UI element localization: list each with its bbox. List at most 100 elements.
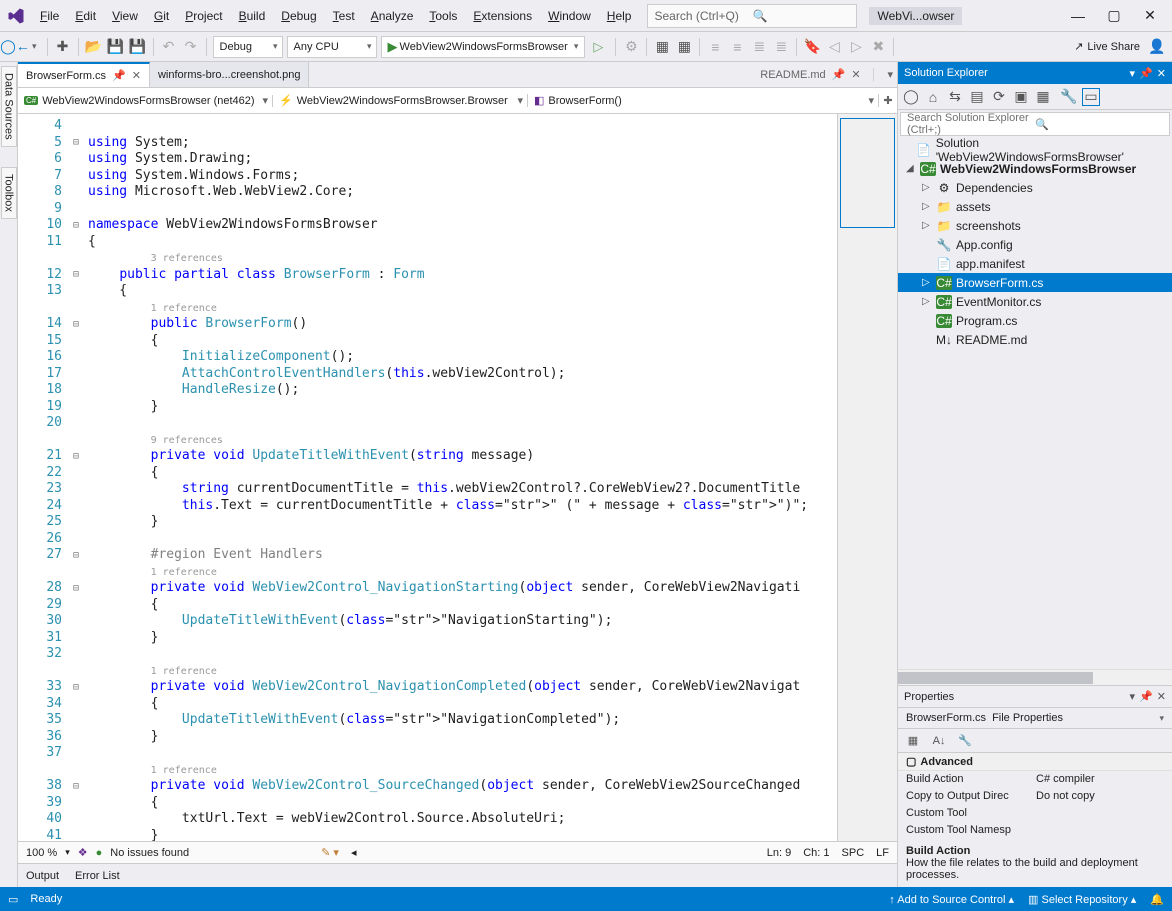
home-icon[interactable]: ⌂ [924, 88, 942, 106]
live-share-button[interactable]: ↗Live Share [1070, 36, 1144, 58]
back-dropdown[interactable]: ▾ [28, 36, 41, 58]
line-indicator[interactable]: Ln: 9 [767, 847, 791, 859]
menu-extensions[interactable]: Extensions [465, 5, 540, 27]
uncomment-icon[interactable]: ≣ [772, 38, 790, 56]
tree-item[interactable]: M↓README.md [898, 330, 1172, 349]
tree-project-node[interactable]: ◢C#WebView2WindowsFormsBrowser [898, 159, 1172, 178]
minimize-button[interactable]: — [1060, 2, 1096, 30]
menu-build[interactable]: Build [231, 5, 274, 27]
open-folder-icon[interactable]: 📂 [85, 38, 103, 56]
pin-icon[interactable]: 📌 [1139, 67, 1153, 80]
tree-item[interactable]: 🔧App.config [898, 235, 1172, 254]
nav-member-dropdown[interactable]: ◧BrowserForm() [528, 94, 879, 107]
prop-key[interactable]: Build Action [898, 771, 1028, 788]
platform-dropdown[interactable]: Any CPU [287, 36, 377, 58]
tab-overflow-icon[interactable]: ▾ [887, 68, 893, 81]
start-button[interactable]: ▶WebView2WindowsFormsBrowser▾ [381, 36, 586, 58]
tab-readme[interactable]: README.md [760, 69, 825, 81]
pin-icon[interactable]: 📌 [832, 68, 846, 81]
search-box[interactable]: Search (Ctrl+Q) 🔍 [647, 4, 857, 28]
zoom-level[interactable]: 100 % [26, 847, 57, 859]
bookmark-clear-icon[interactable]: ✖ [869, 38, 887, 56]
preview-icon[interactable]: ▭ [1082, 88, 1100, 106]
menu-window[interactable]: Window [540, 5, 599, 27]
tab-browserform[interactable]: BrowserForm.cs 📌 ✕ [18, 62, 150, 87]
prop-key[interactable]: Custom Tool [898, 805, 1028, 822]
save-all-icon[interactable]: 💾 [129, 38, 147, 56]
tool-icon-3[interactable]: ▦ [675, 38, 693, 56]
filter-icon[interactable]: ▤ [968, 88, 986, 106]
menu-tools[interactable]: Tools [421, 5, 465, 27]
menu-test[interactable]: Test [325, 5, 363, 27]
pencil-icon[interactable]: ✎ ▾ [321, 846, 339, 859]
side-tab-data-sources[interactable]: Data Sources [1, 66, 17, 147]
prop-value[interactable] [1028, 805, 1172, 822]
refresh-icon[interactable]: ⟳ [990, 88, 1008, 106]
nav-project-dropdown[interactable]: C#WebView2WindowsFormsBrowser (net462) [18, 95, 273, 107]
prop-value[interactable]: Do not copy [1028, 788, 1172, 805]
prop-key[interactable]: Custom Tool Namesp [898, 822, 1028, 839]
tab-screenshot[interactable]: winforms-bro...creenshot.png [150, 62, 309, 87]
solution-explorer-search[interactable]: Search Solution Explorer (Ctrl+;)🔍 [900, 112, 1170, 136]
tree-item[interactable]: ▷📁assets [898, 197, 1172, 216]
zoom-dropdown-icon[interactable]: ▾ [65, 847, 70, 858]
select-repository[interactable]: ▥ Select Repository ▴ [1028, 893, 1136, 906]
feedback-icon[interactable]: 👤 [1148, 38, 1166, 56]
tool-icon-2[interactable]: ▦ [653, 38, 671, 56]
prop-key[interactable]: Copy to Output Direc [898, 788, 1028, 805]
properties-section-advanced[interactable]: ▢Advanced [898, 753, 1172, 771]
wrench-icon[interactable]: 🔧 [956, 732, 974, 750]
menu-help[interactable]: Help [599, 5, 640, 27]
tab-output[interactable]: Output [26, 870, 59, 882]
properties-icon[interactable]: 🔧 [1060, 88, 1078, 106]
add-to-source-control[interactable]: ↑ Add to Source Control ▴ [889, 893, 1014, 906]
panel-dropdown-icon[interactable]: ▾ [1130, 690, 1136, 703]
tool-icon-1[interactable]: ⚙ [622, 38, 640, 56]
minimap-viewport[interactable] [840, 118, 895, 228]
save-icon[interactable]: 💾 [107, 38, 125, 56]
menu-project[interactable]: Project [177, 5, 230, 27]
categorized-icon[interactable]: ▦ [904, 732, 922, 750]
close-tab-icon[interactable]: ✕ [132, 69, 141, 82]
prop-value[interactable]: C# compiler [1028, 771, 1172, 788]
bookmark-next-icon[interactable]: ▷ [847, 38, 865, 56]
panel-dropdown-icon[interactable]: ▾ [1130, 67, 1136, 80]
tab-error-list[interactable]: Error List [75, 870, 120, 882]
nav-split-icon[interactable]: ✚ [879, 94, 897, 107]
solution-explorer-hscroll[interactable] [898, 669, 1172, 685]
menu-edit[interactable]: Edit [67, 5, 104, 27]
minimap[interactable] [837, 114, 897, 841]
properties-object-selector[interactable]: BrowserForm.cs File Properties ▾ [898, 708, 1172, 729]
tree-item[interactable]: C#Program.cs [898, 311, 1172, 330]
tree-item[interactable]: ▷C#EventMonitor.cs [898, 292, 1172, 311]
back-icon[interactable]: ◯ [902, 88, 920, 106]
maximize-button[interactable]: ▢ [1096, 2, 1132, 30]
side-tab-toolbox[interactable]: Toolbox [1, 167, 17, 219]
notifications-icon[interactable]: 🔔 [1150, 893, 1164, 906]
spaces-indicator[interactable]: SPC [842, 847, 865, 859]
sync-icon[interactable]: ⇆ [946, 88, 964, 106]
new-item-icon[interactable]: ✚ [54, 38, 72, 56]
bookmark-icon[interactable]: 🔖 [803, 38, 821, 56]
tree-item[interactable]: ▷⚙Dependencies [898, 178, 1172, 197]
redo-icon[interactable]: ↷ [182, 38, 200, 56]
bookmark-prev-icon[interactable]: ◁ [825, 38, 843, 56]
config-dropdown[interactable]: Debug [213, 36, 283, 58]
tree-item[interactable]: ▷C#BrowserForm.cs [898, 273, 1172, 292]
pin-icon[interactable]: 📌 [1139, 690, 1153, 703]
issues-label[interactable]: No issues found [110, 847, 189, 859]
outdent-icon[interactable]: ≡ [728, 38, 746, 56]
tree-item[interactable]: ▷📁screenshots [898, 216, 1172, 235]
menu-file[interactable]: File [32, 5, 67, 27]
undo-icon[interactable]: ↶ [160, 38, 178, 56]
close-button[interactable]: ✕ [1132, 2, 1168, 30]
tree-solution-node[interactable]: 📄Solution 'WebView2WindowsFormsBrowser' [898, 140, 1172, 159]
menu-git[interactable]: Git [146, 5, 177, 27]
comment-icon[interactable]: ≣ [750, 38, 768, 56]
menu-analyze[interactable]: Analyze [363, 5, 422, 27]
nav-type-dropdown[interactable]: ⚡WebView2WindowsFormsBrowser.Browser [273, 94, 528, 107]
eol-indicator[interactable]: LF [876, 847, 889, 859]
pin-icon[interactable]: 📌 [112, 69, 126, 82]
close-panel-icon[interactable]: ✕ [1157, 67, 1166, 80]
hscroll-left-icon[interactable]: ◂ [351, 846, 357, 859]
